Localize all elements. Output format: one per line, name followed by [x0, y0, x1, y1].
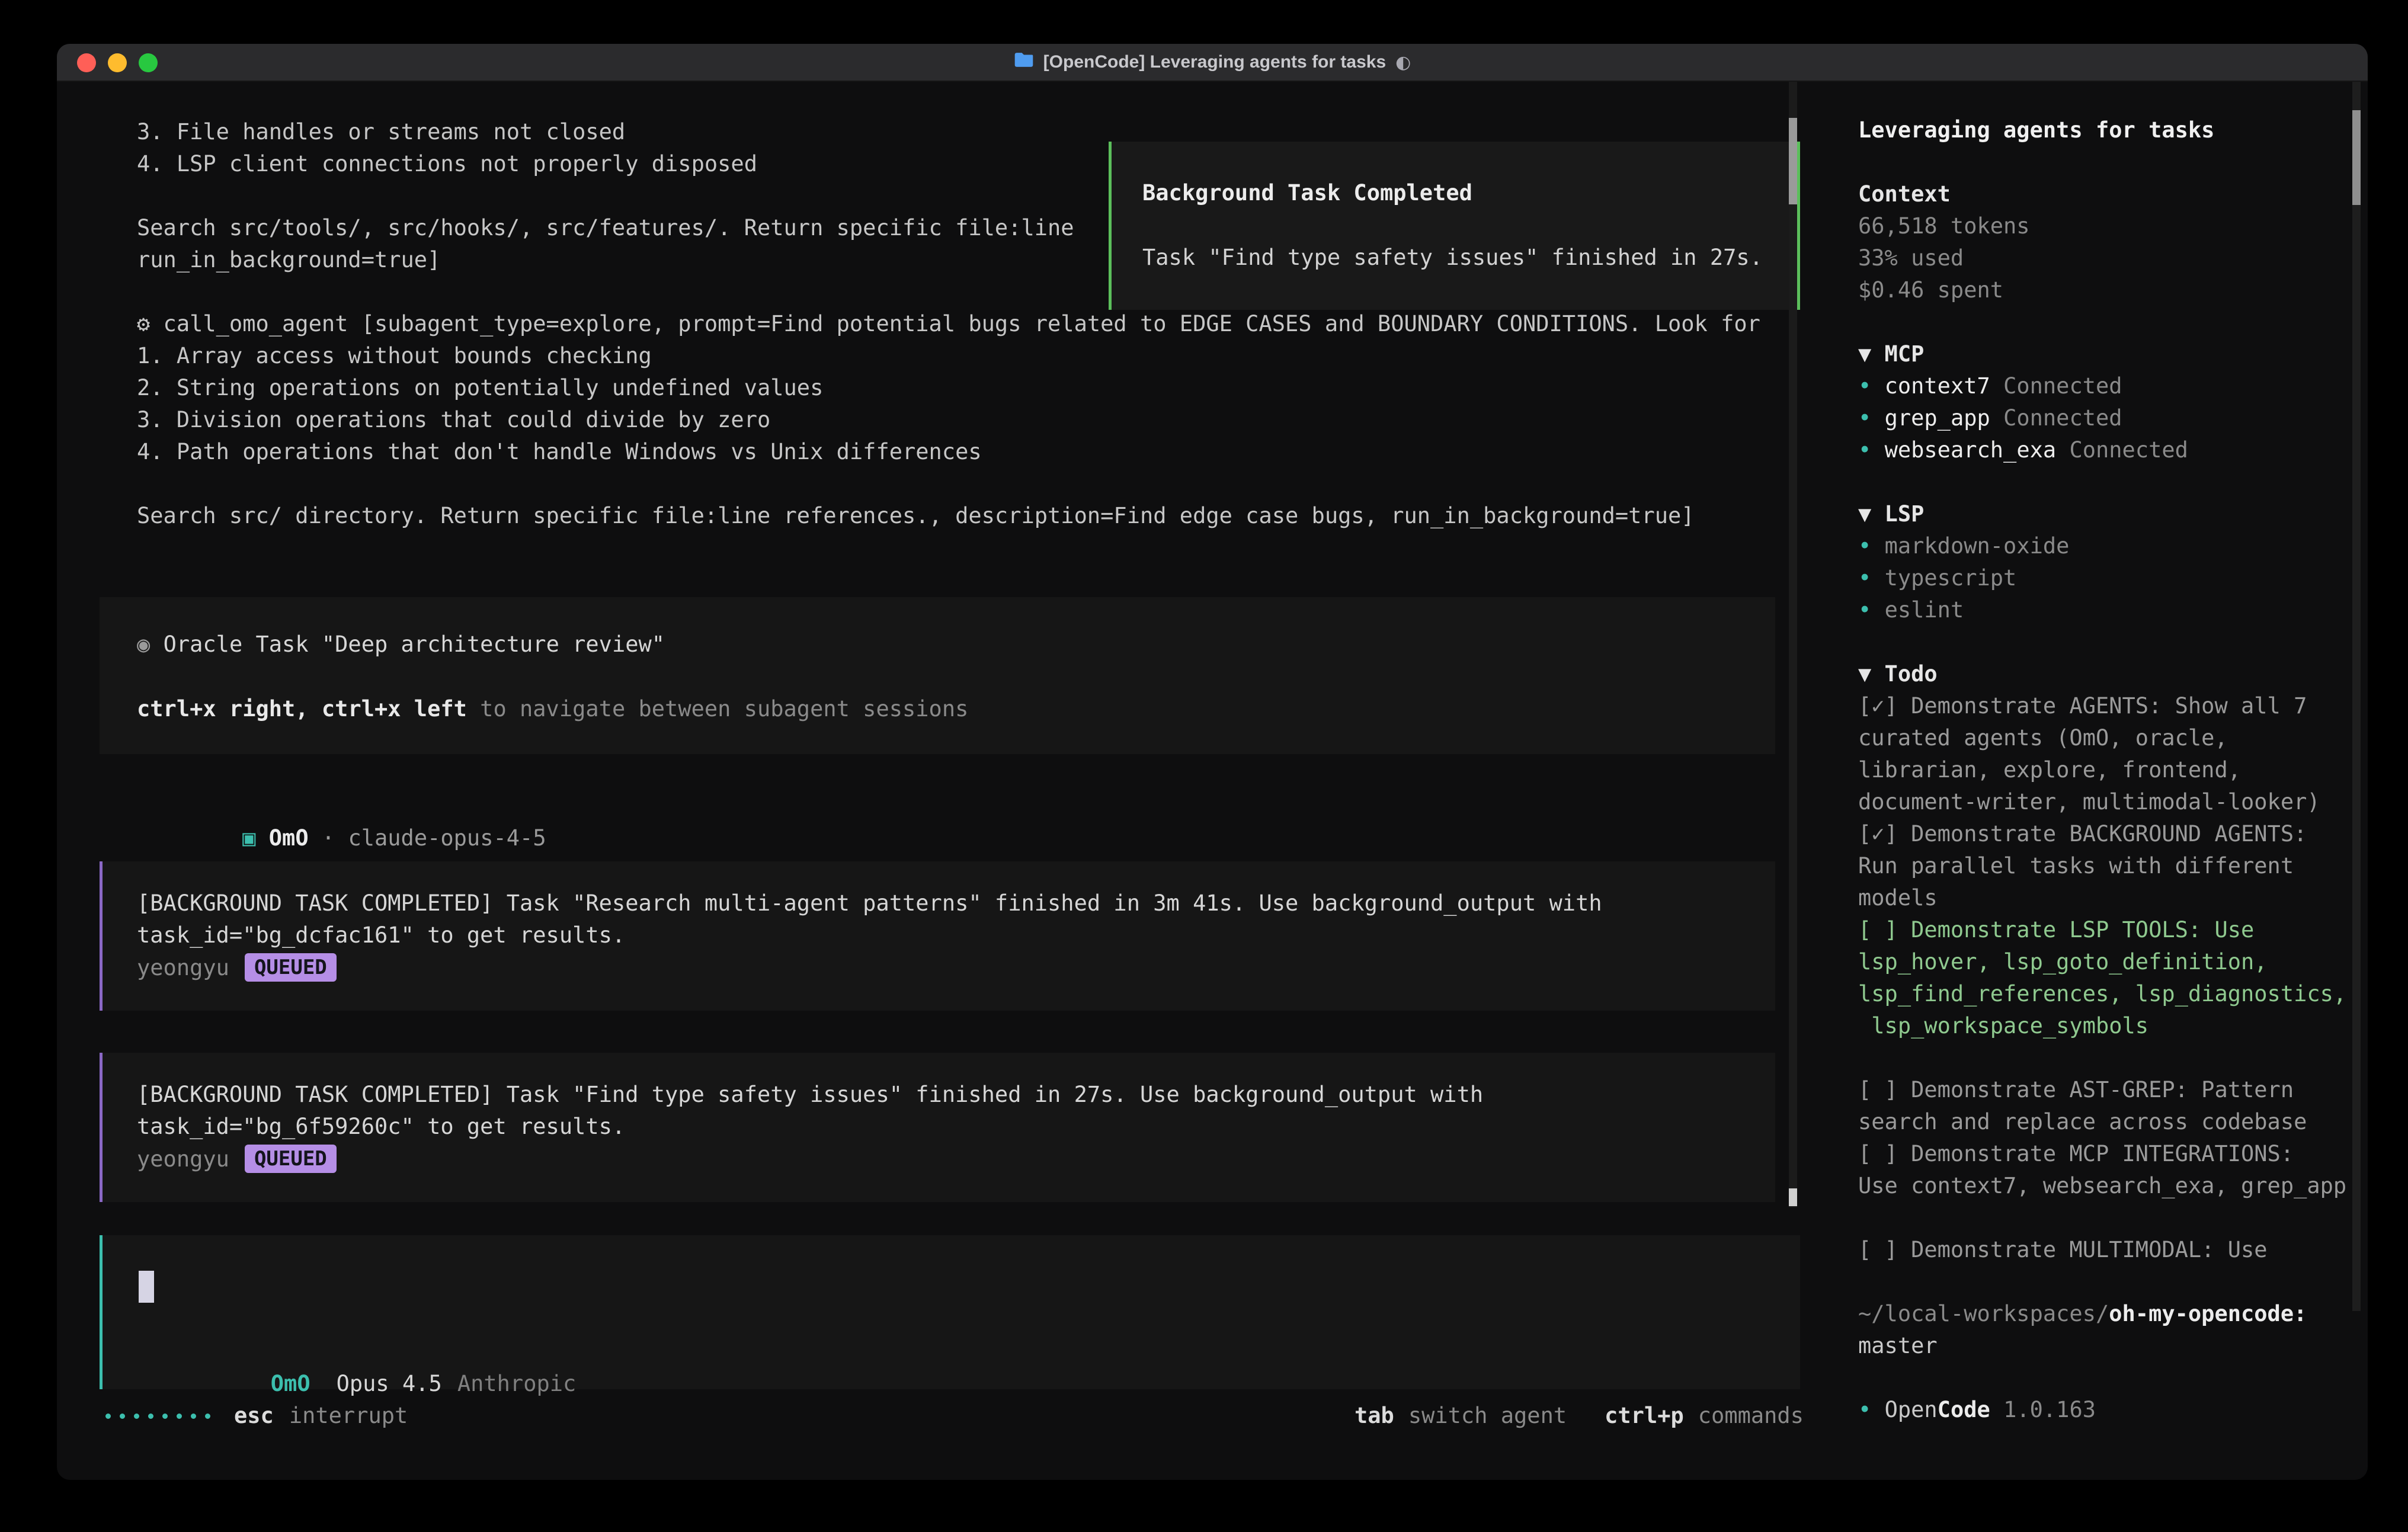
status-badge: QUEUED — [245, 1145, 337, 1173]
subagent-navigation-hint: ctrl+x right, ctrl+x left to navigate be… — [137, 693, 1775, 725]
esc-key-label: interrupt — [289, 1400, 408, 1432]
ctrlp-key-label: commands — [1698, 1400, 1804, 1432]
prompt-input[interactable]: OmOOpus 4.5Anthropic — [100, 1235, 1800, 1389]
window-content: 3. File handles or streams not closed4. … — [57, 82, 2368, 1480]
oracle-task-panel[interactable]: ◉ Oracle Task "Deep architecture review"… — [100, 597, 1775, 754]
esc-key-hint: esc — [234, 1400, 274, 1432]
lsp-item: • eslint — [1858, 594, 2356, 626]
mcp-item: • websearch_exa Connected — [1858, 434, 2356, 466]
main-scrollbar-track[interactable] — [1789, 82, 1797, 1207]
folder-icon — [1014, 52, 1034, 73]
message-text: [BACKGROUND TASK COMPLETED] Task "Resear… — [137, 887, 1775, 919]
message-text: task_id="bg_6f59260c" to get results. — [137, 1111, 1775, 1143]
lsp-section-heading[interactable]: ▼ LSP — [1858, 498, 2356, 530]
input-meta-row: OmOOpus 4.5Anthropic — [139, 1336, 576, 1368]
context-spent: $0.46 spent — [1858, 274, 2356, 306]
bullet-icon: • — [1858, 597, 1871, 623]
agent-header: ▣ OmO · claude-opus-4-5 — [137, 790, 546, 822]
tab-key-hint: tab — [1354, 1400, 1394, 1432]
text-cursor — [139, 1271, 154, 1303]
bullet-icon: • — [1858, 373, 1871, 399]
bullet-icon: • — [1858, 405, 1871, 431]
notification-body: Task "Find type safety issues" finished … — [1142, 242, 1766, 274]
main-scrollbar-thumb[interactable] — [1789, 118, 1797, 204]
close-button[interactable] — [77, 53, 96, 72]
notification-title: Background Task Completed — [1142, 177, 1766, 209]
status-badge: QUEUED — [245, 953, 337, 982]
app-version: • OpenCode 1.0.163 — [1858, 1394, 2356, 1426]
tab-key-label: switch agent — [1408, 1400, 1567, 1432]
sidebar-scrollbar-track[interactable] — [2352, 82, 2361, 1311]
agent-icon: ▣ — [242, 825, 255, 851]
bullet-icon: • — [1858, 533, 1871, 559]
window-title: [OpenCode] Leveraging agents for tasks — [1043, 52, 1386, 72]
message-block[interactable]: [BACKGROUND TASK COMPLETED] Task "Find t… — [100, 1053, 1775, 1202]
mcp-item: • grep_app Connected — [1858, 402, 2356, 434]
agent-model: claude-opus-4-5 — [348, 825, 546, 851]
titlebar[interactable]: [OpenCode] Leveraging agents for tasks ◐ — [57, 44, 2368, 82]
maximize-button[interactable] — [139, 53, 158, 72]
message-text: task_id="bg_dcfac161" to get results. — [137, 919, 1775, 951]
message-text: [BACKGROUND TASK COMPLETED] Task "Find t… — [137, 1079, 1775, 1111]
todo-section-heading[interactable]: ▼ Todo — [1858, 658, 2356, 690]
git-branch: master — [1858, 1330, 2356, 1362]
mcp-section-heading[interactable]: ▼ MCP — [1858, 338, 2356, 370]
active-model-label[interactable]: Opus 4.5 — [337, 1371, 442, 1396]
agent-name: OmO — [269, 825, 309, 851]
main-scrollbar-thumb-bottom[interactable] — [1789, 1188, 1797, 1206]
context-tokens: 66,518 tokens — [1858, 210, 2356, 242]
notification-toast[interactable]: Background Task Completed Task "Find typ… — [1109, 142, 1800, 310]
message-author: yeongyu — [137, 955, 229, 980]
lsp-item: • typescript — [1858, 562, 2356, 594]
workspace-path: ~/local-workspaces/oh-my-opencode: — [1858, 1298, 2356, 1330]
oracle-task-title: ◉ Oracle Task "Deep architecture review" — [137, 629, 1775, 661]
session-title: Leveraging agents for tasks — [1858, 114, 2356, 146]
todo-list: [✓] Demonstrate AGENTS: Show all 7curate… — [1858, 690, 2356, 1266]
message-author: yeongyu — [137, 1146, 229, 1172]
lsp-item: • markdown-oxide — [1858, 530, 2356, 562]
window-title-group: [OpenCode] Leveraging agents for tasks ◐ — [1014, 52, 1411, 73]
ctrlp-key-hint: ctrl+p — [1605, 1400, 1684, 1432]
minimize-button[interactable] — [108, 53, 127, 72]
conversation-pane[interactable]: 3. File handles or streams not closed4. … — [57, 82, 1826, 1480]
bullet-icon: • — [1858, 565, 1871, 591]
record-icon: ◉ — [137, 632, 150, 657]
context-used: 33% used — [1858, 242, 2356, 274]
traffic-lights — [77, 53, 158, 72]
bullet-icon: • — [1858, 1397, 1871, 1422]
active-agent-label[interactable]: OmO — [271, 1371, 310, 1396]
terminal-window: [OpenCode] Leveraging agents for tasks ◐… — [57, 44, 2368, 1480]
sidebar-scrollbar-thumb[interactable] — [2352, 110, 2361, 205]
mcp-item: • context7 Connected — [1858, 370, 2356, 402]
status-bar: esc interrupt tab switch agent ctrl+p co… — [57, 1400, 1826, 1432]
message-block[interactable]: [BACKGROUND TASK COMPLETED] Task "Resear… — [100, 861, 1775, 1011]
context-heading: Context — [1858, 178, 2356, 210]
spinner-dots-icon — [105, 1414, 210, 1419]
session-progress-icon: ◐ — [1395, 52, 1411, 73]
sidebar: Leveraging agents for tasks Context 66,5… — [1858, 82, 2356, 1480]
provider-label: Anthropic — [457, 1371, 576, 1396]
bullet-icon: • — [1858, 437, 1871, 463]
